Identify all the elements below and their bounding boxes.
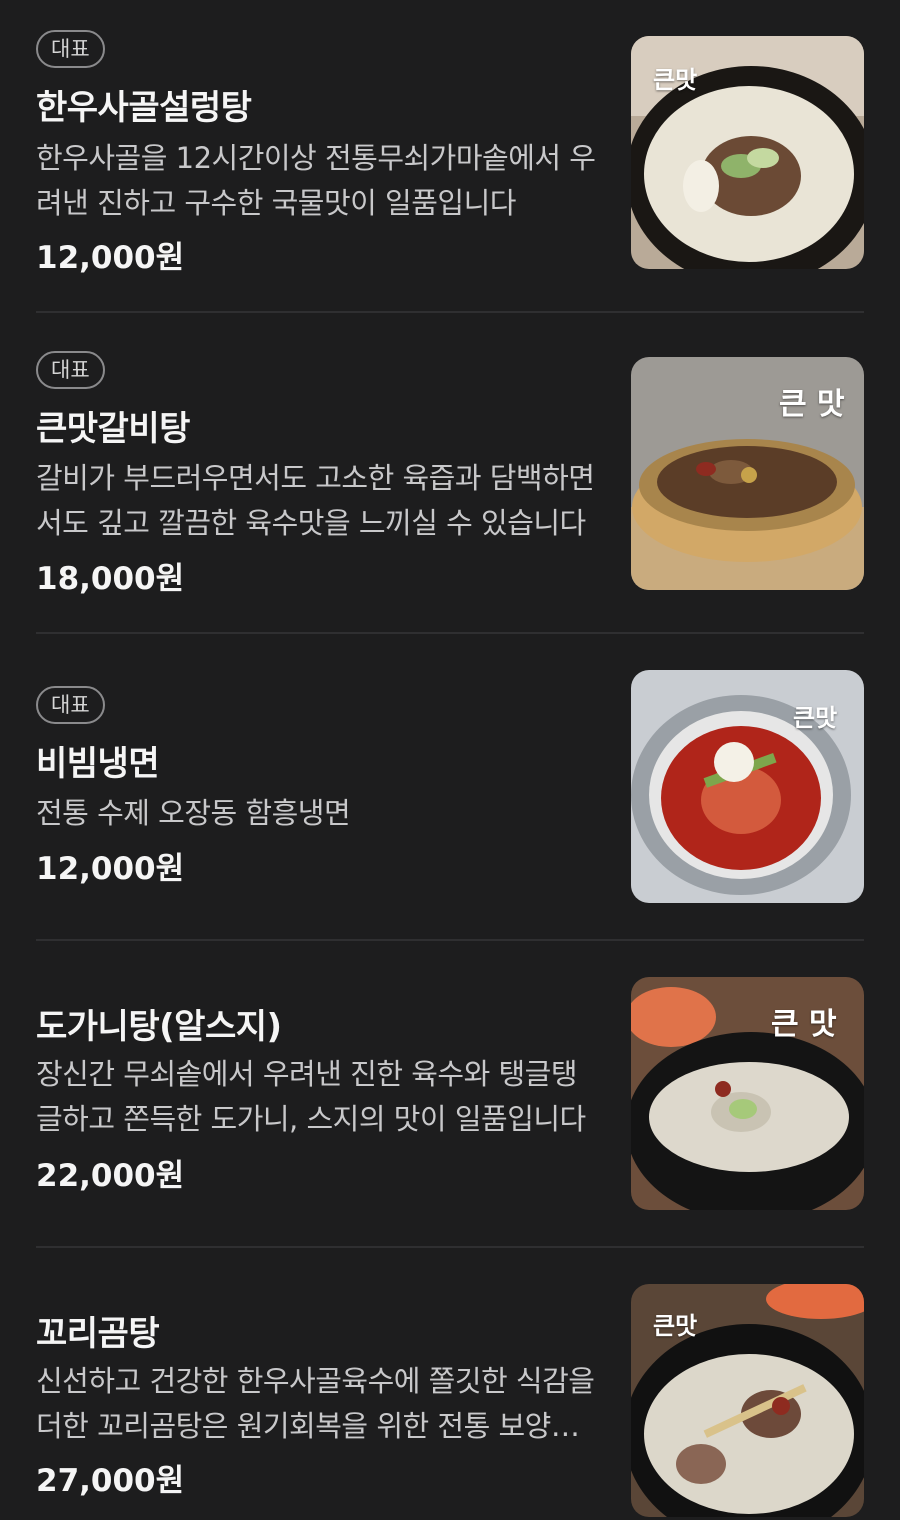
restaurant-logo: 큰맛 (653, 1312, 698, 1340)
menu-item-description: 전통 수제 오장동 함흥냉면 (36, 796, 351, 830)
menu-item-image[interactable]: 큰 맛 (631, 977, 864, 1210)
menu-item-price: 12,000원 (36, 240, 185, 276)
restaurant-logo: 큰맛 (793, 704, 838, 732)
menu-item-name: 비빔냉면 (36, 744, 160, 784)
menu-item-name: 도가니탕(알스지) (36, 1007, 282, 1047)
menu-item-description: 한우사골을 12시간이상 전통무쇠가마솥에서 우려낸 진하고 구수한 국물맛이 … (36, 141, 596, 220)
menu-item-kkori-gomtang[interactable]: 꼬리곰탕 신선하고 건강한 한우사골육수에 쫄깃한 식감을 더한 꼬리곰탕은 원… (0, 1247, 900, 1520)
menu-item-image[interactable]: 큰맛 (631, 670, 864, 903)
menu-item-dogani-tang[interactable]: 도가니탕(알스지) 장신간 무쇠솥에서 우려낸 진한 육수와 탱글탱글하고 쫀득… (0, 940, 900, 1246)
menu-item-galbitang[interactable]: 대표 큰맛갈비탕 갈비가 부드러우면서도 고소한 육즙과 담백하면서도 깊고 깔… (0, 312, 900, 632)
menu-item-image[interactable]: 큰맛 (631, 36, 864, 269)
menu-item-image[interactable]: 큰 맛 (631, 357, 864, 590)
menu-item-name: 꼬리곰탕 (36, 1314, 160, 1354)
menu-item-seolleongtang[interactable]: 대표 한우사골설렁탕 한우사골을 12시간이상 전통무쇠가마솥에서 우려낸 진하… (0, 0, 900, 312)
menu-item-image[interactable]: 큰맛 (631, 1284, 864, 1517)
restaurant-logo: 큰 맛 (779, 387, 845, 422)
menu-item-description: 신선하고 건강한 한우사골육수에 쫄깃한 식감을 더한 꼬리곰탕은 원기회복을 … (36, 1364, 595, 1443)
restaurant-logo: 큰맛 (653, 66, 698, 94)
menu-item-description: 갈비가 부드러우면서도 고소한 육즙과 담백하면서도 깊고 깔끔한 육수맛을 느… (36, 461, 595, 540)
menu-item-price: 12,000원 (36, 851, 185, 887)
restaurant-logo: 큰 맛 (771, 1007, 837, 1042)
menu-item-price: 22,000원 (36, 1158, 185, 1194)
menu-item-price: 27,000원 (36, 1463, 185, 1499)
menu-item-bibim-naengmyeon[interactable]: 대표 비빔냉면 전통 수제 오장동 함흥냉면 12,000원 큰맛 (0, 633, 900, 939)
menu-item-description: 장신간 무쇠솥에서 우려낸 진한 육수와 탱글탱글하고 쫀득한 도가니, 스지의… (36, 1057, 586, 1136)
menu-item-name: 한우사골설렁탕 (36, 88, 252, 128)
menu-item-name: 큰맛갈비탕 (36, 409, 190, 449)
signature-badge: 대표 (36, 30, 105, 68)
menu-list: 대표 한우사골설렁탕 한우사골을 12시간이상 전통무쇠가마솥에서 우려낸 진하… (0, 0, 900, 1520)
signature-badge: 대표 (36, 351, 105, 389)
menu-item-price: 18,000원 (36, 561, 185, 597)
signature-badge: 대표 (36, 686, 105, 724)
